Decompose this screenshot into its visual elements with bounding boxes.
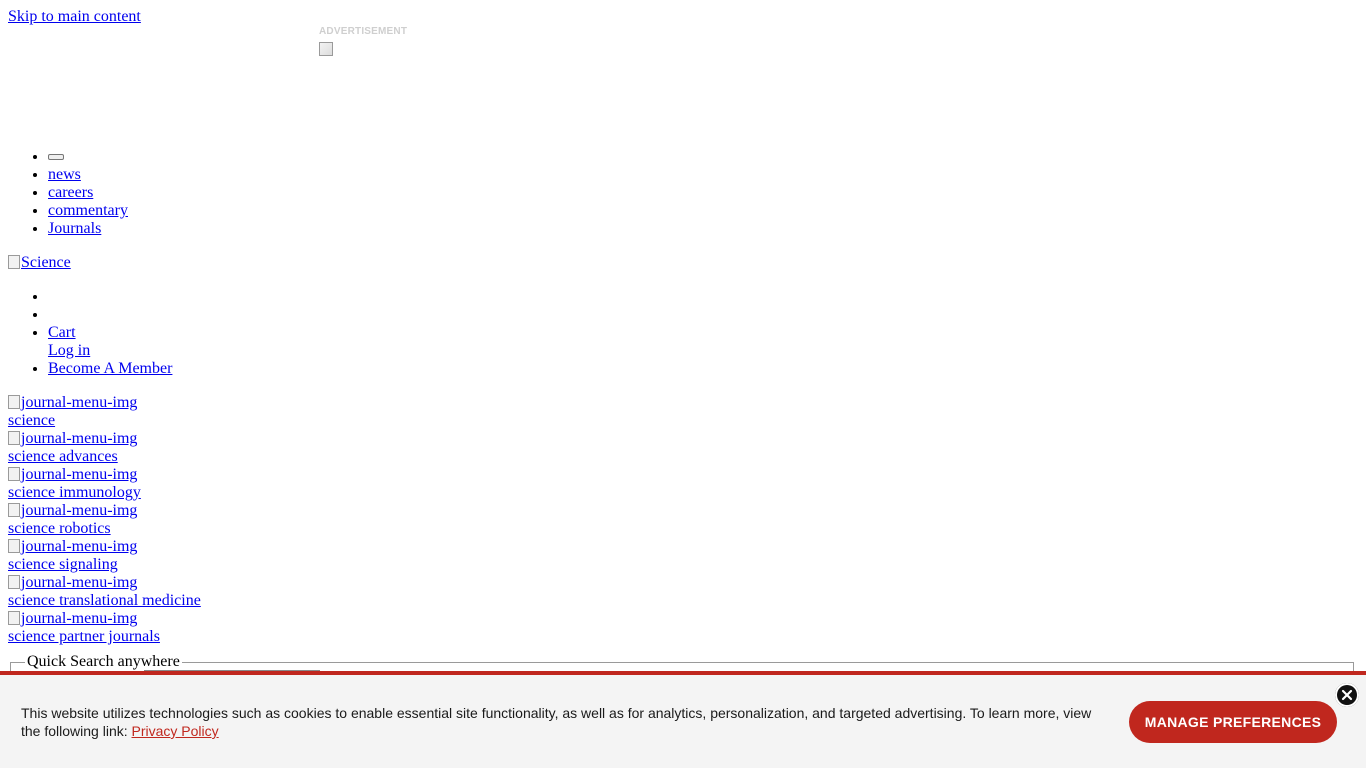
journal-image-link[interactable]: journal-menu-img [8, 610, 201, 628]
broken-image-icon [8, 503, 20, 517]
journal-link-science-partner-journals[interactable]: science partner journals [8, 628, 201, 646]
top-nav-item-journals: Journals [48, 220, 128, 238]
journal-image-link[interactable]: journal-menu-img [8, 466, 201, 484]
journal-item: journal-menu-img science partner journal… [8, 610, 201, 646]
journal-image-link[interactable]: journal-menu-img [8, 394, 201, 412]
user-nav-empty-item [48, 288, 172, 306]
user-nav-cart-item: Cart Log in [48, 324, 172, 360]
menu-toggle-item [48, 148, 128, 166]
journal-link-science-robotics[interactable]: science robotics [8, 520, 201, 538]
journal-link-science-signaling[interactable]: science signaling [8, 556, 201, 574]
journal-image-alt: journal-menu-img [21, 466, 138, 483]
journal-link-science[interactable]: science [8, 412, 201, 430]
login-link[interactable]: Log in [48, 342, 90, 359]
close-icon[interactable] [1335, 683, 1359, 707]
ad-image-icon[interactable] [319, 42, 333, 56]
journal-image-alt: journal-menu-img [21, 574, 138, 591]
journal-link-science-translational-medicine[interactable]: science translational medicine [8, 592, 201, 610]
journals-link[interactable]: Journals [48, 220, 101, 237]
privacy-policy-link[interactable]: Privacy Policy [132, 723, 219, 739]
journal-image-alt: journal-menu-img [21, 610, 138, 627]
journal-image-link[interactable]: journal-menu-img [8, 538, 201, 556]
broken-image-icon [8, 431, 20, 445]
logo-alt-text: Science [21, 254, 71, 271]
journal-link-science-immunology[interactable]: science immunology [8, 484, 201, 502]
skip-to-main-link[interactable]: Skip to main content [8, 8, 141, 26]
cart-link[interactable]: Cart [48, 324, 76, 341]
journal-menu: journal-menu-img science journal-menu-im… [8, 394, 201, 646]
advertisement: ADVERTISEMENT [319, 26, 407, 61]
broken-image-icon [8, 255, 20, 269]
journal-item: journal-menu-img science immunology [8, 466, 201, 502]
user-nav: Cart Log in Become A Member [0, 288, 172, 378]
top-nav-item-careers: careers [48, 184, 128, 202]
commentary-link[interactable]: commentary [48, 202, 128, 219]
journal-image-alt: journal-menu-img [21, 394, 138, 411]
broken-image-icon [8, 395, 20, 409]
journal-image-link[interactable]: journal-menu-img [8, 430, 201, 448]
journal-image-link[interactable]: journal-menu-img [8, 574, 201, 592]
broken-image-icon [8, 467, 20, 481]
advertisement-label: ADVERTISEMENT [319, 26, 408, 37]
journal-image-alt: journal-menu-img [21, 430, 138, 447]
broken-image-icon [8, 575, 20, 589]
top-nav: news careers commentary Journals [0, 148, 128, 238]
manage-preferences-button[interactable]: MANAGE PREFERENCES [1129, 701, 1337, 743]
science-logo-link[interactable]: Science [8, 254, 71, 272]
become-member-link[interactable]: Become A Member [48, 360, 172, 377]
broken-image-icon [8, 611, 20, 625]
news-link[interactable]: news [48, 166, 81, 183]
page: Skip to main content ADVERTISEMENT news … [0, 0, 1366, 768]
journal-item: journal-menu-img science robotics [8, 502, 201, 538]
top-nav-item-commentary: commentary [48, 202, 128, 220]
close-x-glyph [1341, 689, 1353, 701]
journal-item: journal-menu-img science advances [8, 430, 201, 466]
careers-link[interactable]: careers [48, 184, 93, 201]
cookie-banner: This website utilizes technologies such … [0, 671, 1366, 768]
journal-image-alt: journal-menu-img [21, 538, 138, 555]
journal-image-link[interactable]: journal-menu-img [8, 502, 201, 520]
user-nav-member-item: Become A Member [48, 360, 172, 378]
user-nav-empty-item [48, 306, 172, 324]
top-nav-item-news: news [48, 166, 128, 184]
menu-toggle-button[interactable] [48, 154, 64, 161]
quick-search-legend: Quick Search anywhere [25, 653, 182, 671]
journal-item: journal-menu-img science [8, 394, 201, 430]
journal-item: journal-menu-img science signaling [8, 538, 201, 574]
broken-image-icon [8, 539, 20, 553]
journal-link-science-advances[interactable]: science advances [8, 448, 201, 466]
cookie-text: This website utilizes technologies such … [21, 704, 1111, 740]
journal-image-alt: journal-menu-img [21, 502, 138, 519]
journal-item: journal-menu-img science translational m… [8, 574, 201, 610]
